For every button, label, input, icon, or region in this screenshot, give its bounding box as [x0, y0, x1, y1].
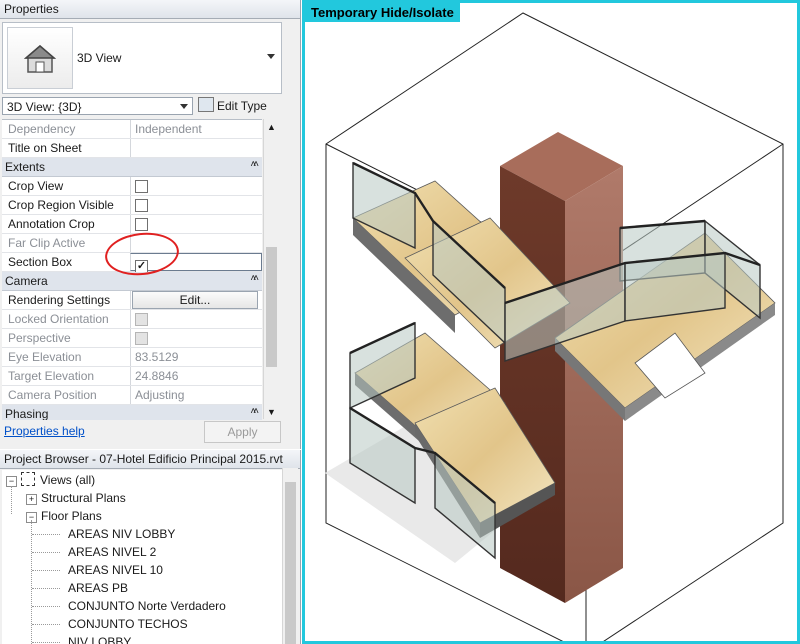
property-value[interactable] [130, 215, 262, 233]
property-value: Adjusting [130, 386, 262, 404]
properties-scrollbar[interactable]: ▲ ▼ [263, 119, 279, 419]
property-value: Independent [130, 120, 262, 138]
house-icon [7, 27, 73, 89]
collapse-group-icon[interactable]: ˄˄ [250, 406, 259, 417]
property-value: 83.5129 [130, 348, 262, 366]
property-row-annotation-crop[interactable]: Annotation Crop [2, 215, 262, 234]
property-row-eye-elevation[interactable]: Eye Elevation 83.5129 [2, 348, 262, 367]
property-row-title-on-sheet[interactable]: Title on Sheet [2, 139, 262, 158]
view-instance-dropdown[interactable]: 3D View: {3D} [2, 97, 193, 115]
rendering-settings-edit-button[interactable]: Edit... [132, 291, 258, 309]
edit-type-button[interactable]: Edit Type [198, 97, 267, 115]
property-label: Camera [5, 274, 48, 288]
project-browser-title: Project Browser - 07-Hotel Edificio Prin… [0, 450, 300, 469]
checkbox-crop-region-visible[interactable] [135, 199, 148, 212]
tree-item-views-all[interactable]: − Views (all) [6, 471, 95, 489]
property-label: Annotation Crop [8, 217, 95, 231]
property-value[interactable]: Edit... [130, 291, 262, 309]
3d-viewport[interactable]: Temporary Hide/Isolate [302, 0, 800, 644]
expand-toggle-icon[interactable]: + [26, 494, 37, 505]
property-row-crop-region-visible[interactable]: Crop Region Visible [2, 196, 262, 215]
project-browser: Project Browser - 07-Hotel Edificio Prin… [0, 450, 301, 644]
scrollbar-thumb[interactable] [266, 247, 277, 367]
property-row-perspective[interactable]: Perspective [2, 329, 262, 348]
property-value[interactable] [130, 196, 262, 214]
tree-item-floor-plan[interactable]: CONJUNTO Norte Verdadero [68, 597, 226, 615]
chevron-down-icon[interactable] [267, 54, 275, 59]
tree-item-floor-plan[interactable]: AREAS NIV LOBBY [68, 525, 175, 543]
edit-type-label: Edit Type [217, 99, 267, 113]
property-value [130, 310, 262, 328]
tree-label: Structural Plans [41, 491, 126, 505]
tree-item-floor-plan[interactable]: AREAS PB [68, 579, 128, 597]
property-value: 24.8846 [130, 367, 262, 385]
property-label: Phasing [5, 407, 49, 420]
property-value[interactable] [130, 139, 262, 157]
checkbox-locked-orientation [135, 313, 148, 326]
type-name: 3D View [77, 51, 122, 65]
views-icon [21, 472, 35, 486]
tree-item-floor-plan[interactable]: NIV LOBBY [68, 633, 131, 644]
scroll-down-icon[interactable]: ▼ [267, 407, 276, 417]
property-label: Locked Orientation [8, 312, 109, 326]
tree-item-structural-plans[interactable]: + Structural Plans [26, 489, 126, 507]
property-value [130, 329, 262, 347]
project-browser-tree: − Views (all) + Structural Plans − Floor Pl… [2, 470, 282, 644]
tree-item-floor-plan[interactable]: AREAS NIVEL 2 [68, 543, 156, 561]
scroll-up-icon[interactable]: ▲ [267, 122, 276, 132]
chevron-down-icon [180, 104, 188, 109]
project-browser-scrollbar[interactable] [282, 468, 298, 644]
type-selector[interactable]: 3D View [2, 22, 282, 94]
property-value[interactable] [130, 177, 262, 195]
checkbox-perspective [135, 332, 148, 345]
tree-item-floor-plan[interactable]: AREAS NIVEL 10 [68, 561, 163, 579]
temporary-hide-isolate-label: Temporary Hide/Isolate [305, 3, 460, 22]
collapse-group-icon[interactable]: ˄˄ [250, 159, 259, 170]
group-header-extents[interactable]: Extents ˄˄ [2, 158, 262, 177]
property-label: Crop Region Visible [8, 198, 114, 212]
property-label: Perspective [8, 331, 71, 345]
apply-button[interactable]: Apply [204, 421, 281, 443]
property-row-rendering-settings[interactable]: Rendering Settings Edit... [2, 291, 262, 310]
property-label: Dependency [8, 122, 76, 136]
view-instance-value: 3D View: {3D} [7, 100, 82, 114]
tree-item-floor-plans[interactable]: − Floor Plans [26, 507, 102, 525]
stair-model-drawing [325, 12, 784, 641]
property-row-target-elevation[interactable]: Target Elevation 24.8846 [2, 367, 262, 386]
tree-item-floor-plan[interactable]: CONJUNTO TECHOS [68, 615, 188, 633]
property-row-locked-orientation[interactable]: Locked Orientation [2, 310, 262, 329]
checkbox-crop-view[interactable] [135, 180, 148, 193]
property-label: Title on Sheet [8, 141, 82, 155]
properties-help-link[interactable]: Properties help [4, 424, 85, 438]
group-header-phasing[interactable]: Phasing ˄˄ [2, 405, 262, 420]
collapse-group-icon[interactable]: ˄˄ [250, 273, 259, 284]
property-label: Eye Elevation [8, 350, 82, 364]
tree-label: Floor Plans [41, 509, 102, 523]
scrollbar-thumb[interactable] [285, 482, 296, 644]
property-label: Camera Position [8, 388, 97, 402]
property-label: Rendering Settings [8, 293, 111, 307]
checkbox-annotation-crop[interactable] [135, 218, 148, 231]
property-row-camera-position[interactable]: Camera Position Adjusting [2, 386, 262, 405]
property-label: Crop View [8, 179, 64, 193]
property-label: Extents [5, 160, 46, 174]
property-row-crop-view[interactable]: Crop View [2, 177, 262, 196]
property-label: Target Elevation [8, 369, 95, 383]
tree-label: Views (all) [40, 473, 96, 487]
properties-title: Properties [0, 0, 300, 19]
properties-palette: Properties 3D View 3D View: {3D} Edit Ty… [0, 0, 301, 449]
edit-type-icon [198, 97, 214, 112]
property-row-dependency[interactable]: Dependency Independent [2, 120, 262, 139]
